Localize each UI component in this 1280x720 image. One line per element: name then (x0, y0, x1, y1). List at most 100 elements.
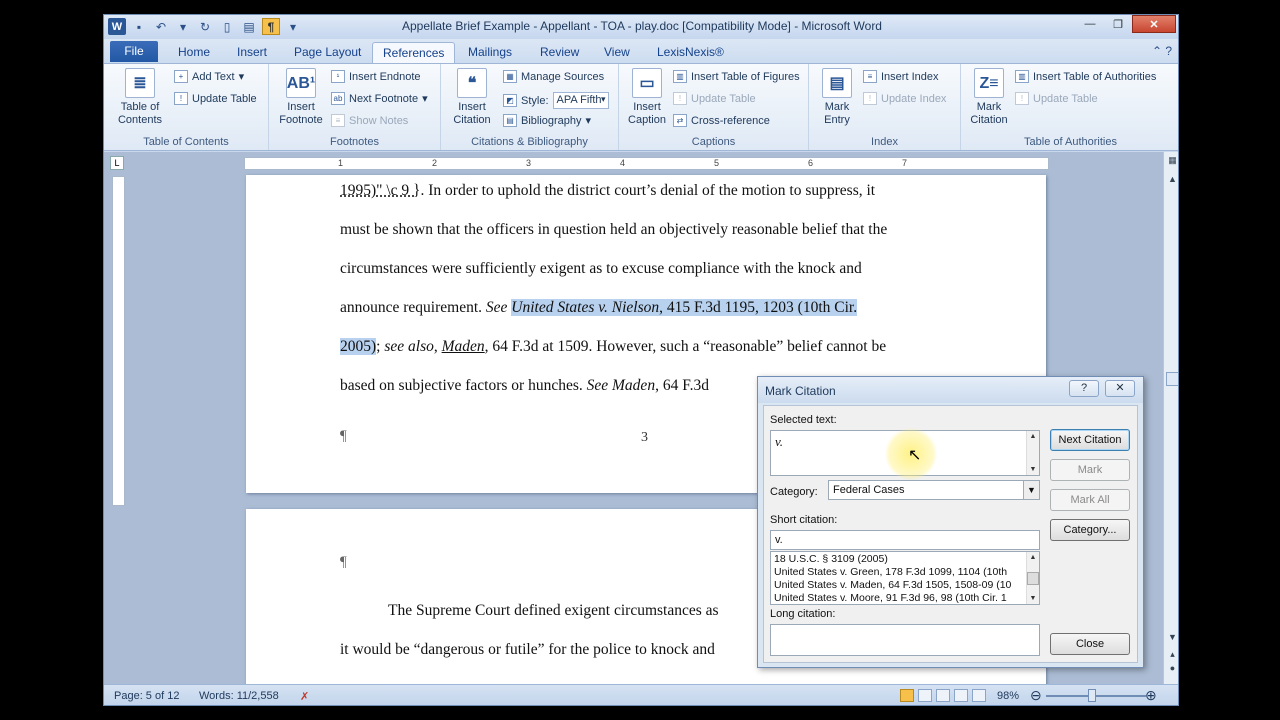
page-indicator[interactable]: Page: 5 of 12 (114, 690, 179, 702)
chevron-down-icon[interactable]: ▼ (1023, 481, 1039, 499)
cross-reference-button[interactable]: ⇄ Cross-reference (673, 114, 770, 127)
maximize-button[interactable]: ❐ (1104, 15, 1132, 33)
draft-icon[interactable] (972, 689, 986, 702)
long-citation-field[interactable] (770, 624, 1040, 656)
short-list-scrollbar[interactable]: ▲ ▼ (1026, 552, 1039, 604)
list-item[interactable]: United States v. Maden, 64 F.3d 1505, 15… (774, 579, 1011, 591)
vertical-scrollbar[interactable]: ▦ ▲ ▼ ▴ ● (1163, 152, 1178, 684)
close-window-button[interactable]: ✕ (1132, 15, 1176, 33)
mark-entry-button[interactable]: ▤ Mark Entry (815, 68, 859, 127)
insert-tof-label: Insert Table of Figures (691, 70, 800, 83)
update-toc-button[interactable]: ! Update Table (174, 92, 257, 105)
web-layout-icon[interactable] (936, 689, 950, 702)
previous-page-icon[interactable]: ▴ (1166, 649, 1178, 662)
tab-insert[interactable]: Insert (227, 42, 277, 63)
zoom-out-icon[interactable]: ⊖ (1030, 687, 1042, 704)
list-item[interactable]: United States v. Moore, 91 F.3d 96, 98 (… (774, 592, 1007, 604)
ruler-toggle-icon[interactable]: ▦ (1166, 155, 1178, 168)
insert-citation-button[interactable]: ❝ Insert Citation (447, 68, 497, 127)
select-browse-object-icon[interactable]: ● (1166, 663, 1178, 676)
doc-text: , 64 F.3d (655, 377, 709, 394)
scroll-down-icon[interactable]: ▼ (1166, 632, 1178, 645)
scroll-up-icon[interactable]: ▲ (1166, 174, 1178, 187)
selected-citation-year: 2005) (340, 338, 377, 355)
tab-references[interactable]: References (372, 42, 456, 63)
group-table-of-contents: ≣ Table of Contents + Add Text ▾ ! Update … (104, 64, 269, 150)
list-item[interactable]: United States v. Green, 178 F.3d 1099, 1… (774, 566, 1007, 578)
insert-index-button[interactable]: ≡ Insert Index (863, 70, 938, 83)
group-label-captions: Captions (691, 136, 736, 148)
tab-mailings[interactable]: Mailings (458, 42, 522, 63)
tab-review[interactable]: Review (530, 42, 589, 63)
insert-footnote-button[interactable]: AB¹ Insert Footnote (275, 68, 327, 127)
help-icon[interactable]: ⌃ ? (1152, 44, 1172, 58)
ruler-mark: 3 (526, 158, 532, 168)
style-label: Style: (521, 94, 549, 107)
zoom-slider-thumb[interactable] (1088, 689, 1096, 702)
page-number: 3 (641, 430, 648, 445)
dialog-title: Mark Citation (765, 384, 836, 398)
manage-sources-button[interactable]: ▦ Manage Sources (503, 70, 604, 83)
tab-selector-icon[interactable]: L (110, 156, 124, 170)
tab-file[interactable]: File (110, 41, 158, 62)
minimize-button[interactable]: — (1076, 15, 1104, 33)
category-select[interactable]: Federal Cases ▼ (828, 480, 1040, 500)
mark-citation-button[interactable]: Z≡ Mark Citation (965, 68, 1013, 127)
zoom-in-icon[interactable]: ⊕ (1145, 687, 1157, 704)
full-screen-reading-icon[interactable] (918, 689, 932, 702)
mark-all-button[interactable]: Mark All (1050, 489, 1130, 511)
print-layout-icon[interactable] (900, 689, 914, 702)
add-text-label: Add Text (192, 70, 235, 83)
doc-text: announce requirement. (340, 299, 486, 316)
doc-text-italic: See (485, 299, 508, 316)
close-button[interactable]: Close (1050, 633, 1130, 655)
insert-caption-label: Insert Caption (628, 101, 666, 126)
tab-lexisnexis[interactable]: LexisNexis® (647, 42, 734, 63)
tab-view[interactable]: View (594, 42, 640, 63)
tab-page-layout[interactable]: Page Layout (284, 42, 371, 63)
update-tof-button[interactable]: ! Update Table (673, 92, 756, 105)
style-dropdown[interactable]: APA Fifth (552, 92, 609, 109)
update-index-button[interactable]: ! Update Index (863, 92, 946, 105)
add-text-button[interactable]: + Add Text ▾ (174, 70, 244, 83)
selected-text-scrollbar[interactable]: ▲ ▼ (1026, 431, 1039, 475)
status-bar: Page: 5 of 12 Words: 11/2,558 ✗ 98% ⊖ ⊕ (104, 684, 1178, 705)
zoom-slider-track[interactable] (1046, 695, 1146, 697)
table-of-contents-button[interactable]: ≣ Table of Contents (114, 68, 166, 127)
update-toa-button[interactable]: ! Update Table (1015, 92, 1098, 105)
insert-toa-button[interactable]: ▥ Insert Table of Authorities (1015, 70, 1156, 83)
help-button[interactable]: ? (1069, 380, 1099, 397)
table-of-figures-icon: ▥ (673, 70, 687, 83)
window-title: Appellate Brief Example - Appellant - TO… (402, 19, 882, 33)
next-footnote-label: Next Footnote (349, 92, 419, 105)
cross-reference-label: Cross-reference (691, 114, 770, 127)
style-selector[interactable]: ◩ Style: APA Fifth (503, 92, 609, 109)
category-button[interactable]: Category... (1050, 519, 1130, 541)
vertical-ruler[interactable] (112, 176, 125, 506)
next-footnote-button[interactable]: ab Next Footnote ▾ (331, 92, 428, 105)
group-label-toa: Table of Authorities (1024, 136, 1117, 148)
ruler-mark: 5 (714, 158, 720, 168)
short-citation-label: Short citation: (770, 514, 838, 526)
word-count[interactable]: Words: 11/2,558 (199, 690, 279, 702)
proofing-icon[interactable]: ✗ (300, 690, 309, 703)
group-footnotes: AB¹ Insert Footnote ¹ Insert Endnote ab Ne… (269, 64, 441, 150)
dialog-close-icon[interactable]: ✕ (1105, 380, 1135, 397)
insert-endnote-button[interactable]: ¹ Insert Endnote (331, 70, 421, 83)
short-citation-input[interactable]: v. (770, 530, 1040, 550)
bibliography-button[interactable]: ▤ Bibliography ▾ (503, 114, 591, 127)
horizontal-ruler[interactable]: 1 2 3 4 5 6 7 (244, 157, 1049, 170)
insert-table-of-figures-button[interactable]: ▥ Insert Table of Figures (673, 70, 800, 83)
outline-icon[interactable] (954, 689, 968, 702)
tab-home[interactable]: Home (168, 42, 220, 63)
show-notes-button[interactable]: ≡ Show Notes (331, 114, 408, 127)
list-item[interactable]: 18 U.S.C. § 3109 (2005) (774, 553, 888, 565)
mark-button[interactable]: Mark (1050, 459, 1130, 481)
next-citation-button[interactable]: Next Citation (1050, 429, 1130, 451)
window-controls: — ❐ ✕ (1076, 15, 1176, 33)
short-citation-list[interactable]: 18 U.S.C. § 3109 (2005) United States v.… (770, 551, 1040, 605)
zoom-level[interactable]: 98% (997, 690, 1019, 702)
doc-line: 1995)" \c 9 }. In order to uphold the di… (340, 182, 875, 200)
scroll-thumb[interactable] (1166, 372, 1178, 386)
insert-caption-button[interactable]: ▭ Insert Caption (625, 68, 669, 127)
